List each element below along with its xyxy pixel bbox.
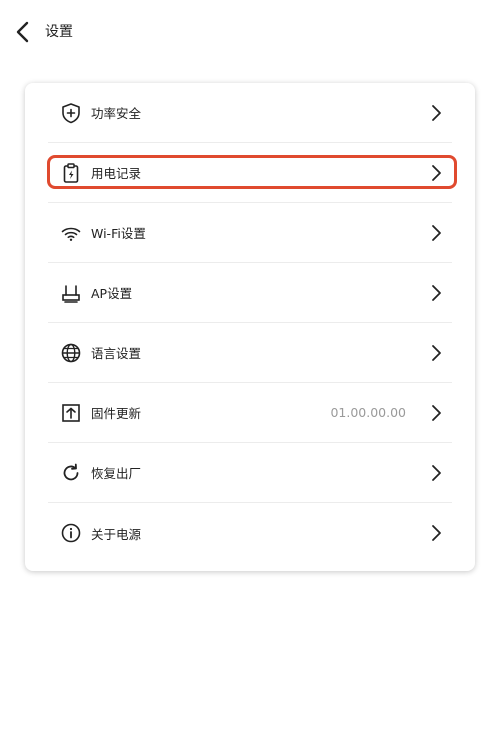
settings-item-label: 语言设置 xyxy=(91,346,142,361)
reset-icon xyxy=(59,461,83,485)
chevron-right-icon xyxy=(428,463,444,483)
settings-item-power-records[interactable]: 用电记录 xyxy=(48,143,452,203)
settings-item-label: Wi-Fi设置 xyxy=(91,226,146,241)
router-icon xyxy=(59,281,83,305)
upload-box-icon xyxy=(59,401,83,425)
settings-card: 功率安全 用电记录 Wi-Fi设置 AP设置 语言设置 固件更新 01.00.0… xyxy=(25,83,475,571)
chevron-right-icon xyxy=(428,163,444,183)
clipboard-bolt-icon xyxy=(59,161,83,185)
settings-item-label: AP设置 xyxy=(91,286,133,301)
back-button[interactable] xyxy=(10,18,36,46)
chevron-left-icon xyxy=(16,21,29,43)
shield-plus-icon xyxy=(59,101,83,125)
settings-item-label: 恢复出厂 xyxy=(91,466,142,481)
settings-item-label: 功率安全 xyxy=(91,106,142,121)
chevron-right-icon xyxy=(428,403,444,423)
chevron-right-icon xyxy=(428,343,444,363)
settings-item-firmware-update[interactable]: 固件更新 01.00.00.00 xyxy=(48,383,452,443)
page-title: 设置 xyxy=(45,24,73,40)
settings-item-ap[interactable]: AP设置 xyxy=(48,263,452,323)
settings-item-factory-reset[interactable]: 恢复出厂 xyxy=(48,443,452,503)
settings-item-label: 关于电源 xyxy=(91,526,142,542)
settings-item-wifi[interactable]: Wi-Fi设置 xyxy=(48,203,452,263)
settings-item-label: 固件更新 xyxy=(91,406,142,421)
chevron-right-icon xyxy=(428,103,444,123)
info-icon xyxy=(59,521,83,545)
settings-item-label: 用电记录 xyxy=(91,166,142,181)
chevron-right-icon xyxy=(428,223,444,243)
globe-icon xyxy=(59,341,83,365)
settings-item-about[interactable]: 关于电源 xyxy=(48,503,452,563)
header: 设置 xyxy=(0,0,500,64)
chevron-right-icon xyxy=(428,523,444,543)
settings-item-language[interactable]: 语言设置 xyxy=(48,323,452,383)
chevron-right-icon xyxy=(428,283,444,303)
wifi-icon xyxy=(59,221,83,245)
settings-item-power-safety[interactable]: 功率安全 xyxy=(48,83,452,143)
firmware-version: 01.00.00.00 xyxy=(330,405,406,420)
